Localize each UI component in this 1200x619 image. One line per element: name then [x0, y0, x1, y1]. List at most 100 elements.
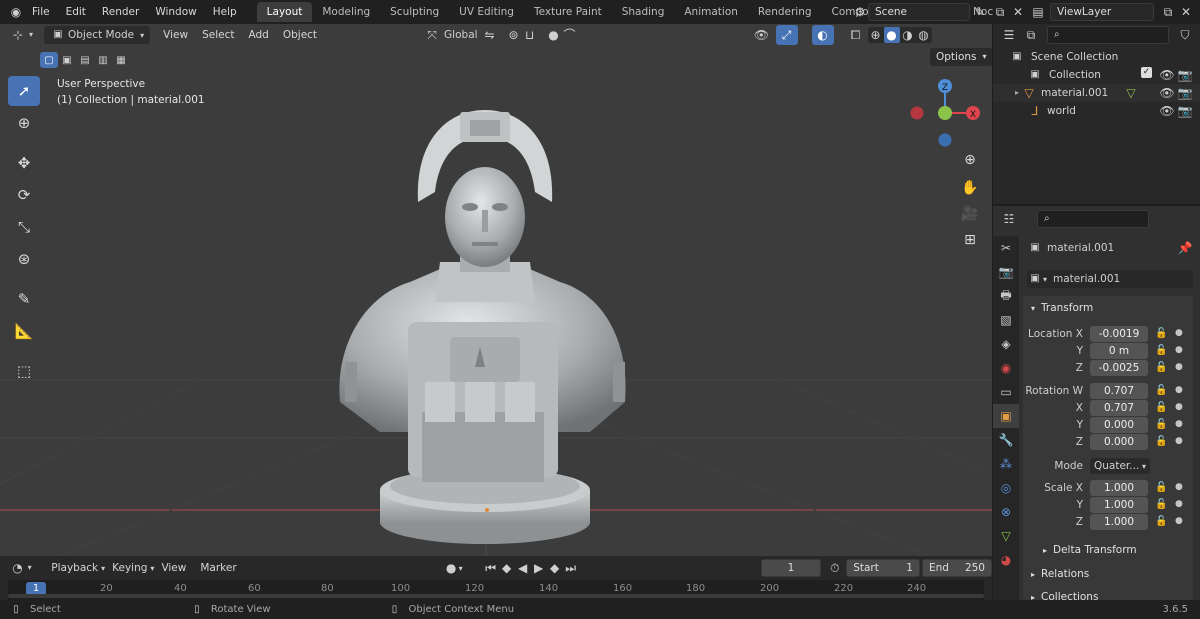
pan-hand-icon[interactable]: ✋	[958, 176, 982, 200]
new-view-layer-icon[interactable]: ⧉	[1160, 4, 1176, 20]
menu-file[interactable]: File	[24, 0, 58, 24]
transform-panel-header[interactable]: ▾ Transform	[1031, 302, 1093, 314]
keyframe-dot-icon[interactable]: ●	[1175, 436, 1183, 446]
lock-icon[interactable]: 🔓	[1155, 362, 1167, 373]
filter-display-icon[interactable]: ⧉	[1023, 27, 1039, 43]
scale-tool[interactable]: ⤡	[8, 212, 40, 242]
falloff-icon[interactable]: ⌒	[562, 27, 578, 43]
transform-tool[interactable]: ⊛	[8, 244, 40, 274]
select-extend-button[interactable]: ▣	[58, 52, 76, 68]
tab-rendering[interactable]: Rendering	[748, 2, 822, 22]
scale-x-field[interactable]: 1.000	[1090, 480, 1148, 496]
solid-shading-icon[interactable]: ●	[883, 27, 900, 43]
scene-name-field[interactable]: Scene	[868, 3, 970, 21]
collections-panel-header[interactable]: ▸ Collections	[1031, 591, 1098, 603]
cursor-tool[interactable]: ⊕	[8, 108, 40, 138]
snap-target-icon[interactable]: ⊔	[522, 27, 538, 43]
soldier-bust-model[interactable]	[330, 82, 640, 552]
pin-icon[interactable]: 📌	[1177, 240, 1193, 256]
tab-modeling[interactable]: Modeling	[312, 2, 380, 22]
record-icon[interactable]: ●	[444, 560, 459, 576]
lock-icon[interactable]: 🔓	[1155, 419, 1167, 430]
tab-sculpting[interactable]: Sculpting	[380, 2, 449, 22]
view-layer-field[interactable]: ViewLayer	[1050, 3, 1154, 21]
tab-layout[interactable]: Layout	[256, 2, 313, 22]
mesh-data-icon[interactable]: ▽	[1123, 85, 1139, 101]
rotation-y-field[interactable]: 0.000	[1090, 417, 1148, 433]
measure-tool[interactable]: 📐	[8, 316, 40, 346]
viewport-menu-select[interactable]: Select	[195, 24, 241, 46]
snap-icon[interactable]: ⊚	[506, 27, 522, 43]
expand-arrow-icon[interactable]: ▸	[1015, 84, 1019, 102]
location-z-field[interactable]: -0.0025	[1090, 360, 1148, 376]
play-icon[interactable]: ▶	[531, 560, 547, 576]
new-scene-icon[interactable]: ⧉	[992, 4, 1008, 20]
tool-tab-icon[interactable]: ✂	[993, 236, 1019, 260]
viewport-menu-add[interactable]: Add	[242, 24, 276, 46]
properties-editor-icon[interactable]: ☷	[1001, 211, 1017, 227]
timeline-menu-playback[interactable]: Playback	[44, 557, 105, 579]
visibility-icon[interactable]: 👁	[754, 27, 770, 43]
pin-icon[interactable]: ✎	[972, 4, 988, 20]
current-frame-field[interactable]: 1	[760, 559, 822, 577]
clock-icon[interactable]: ◔	[10, 560, 25, 576]
delta-transform-panel-header[interactable]: ▸ Delta Transform	[1043, 544, 1137, 556]
select-box-tool[interactable]: ➚	[8, 76, 40, 106]
outliner-scene-collection[interactable]: ▣ Scene Collection	[993, 48, 1200, 66]
menu-help[interactable]: Help	[205, 0, 245, 24]
delete-view-layer-icon[interactable]: ✕	[1178, 4, 1194, 20]
pivot-icon[interactable]: ⇋	[482, 27, 498, 43]
viewport-menu-object[interactable]: Object	[276, 24, 324, 46]
lock-icon[interactable]: 🔓	[1155, 345, 1167, 356]
filter-icon[interactable]: ⛉	[1177, 27, 1193, 43]
camera-view-icon[interactable]: 🎥	[958, 202, 982, 226]
blender-logo-icon[interactable]: ◉	[8, 4, 24, 20]
eye-icon[interactable]: 👁	[1159, 67, 1175, 83]
overlay-toggle-button[interactable]: ◐	[811, 25, 834, 45]
jump-start-icon[interactable]: ⏮	[483, 560, 499, 576]
rotation-mode-dropdown[interactable]: Quater... ▾	[1090, 458, 1150, 474]
eye-icon[interactable]: 👁	[1159, 103, 1175, 119]
menu-window[interactable]: Window	[147, 0, 204, 24]
options-button[interactable]: Options ▾	[930, 48, 992, 66]
lock-icon[interactable]: 🔓	[1155, 516, 1167, 527]
editor-type-icon[interactable]: ⊹	[10, 27, 26, 43]
camera-icon[interactable]: 📷	[1177, 103, 1193, 119]
delete-scene-icon[interactable]: ✕	[1010, 4, 1026, 20]
add-cube-tool[interactable]: ⬚	[8, 356, 40, 386]
proportional-edit-icon[interactable]: ●	[546, 27, 562, 43]
menu-render[interactable]: Render	[94, 0, 147, 24]
material-shading-icon[interactable]: ◑	[900, 27, 916, 43]
keyframe-dot-icon[interactable]: ●	[1175, 499, 1183, 509]
properties-search-input[interactable]: ⌕	[1037, 210, 1149, 228]
outliner-item-material[interactable]: ▸ ▽ material.001 ▽ 👁 📷	[993, 84, 1200, 102]
lock-icon[interactable]: 🔓	[1155, 436, 1167, 447]
play-reverse-icon[interactable]: ◀	[515, 560, 531, 576]
xray-icon[interactable]: ⧠	[848, 27, 864, 43]
rotate-tool[interactable]: ⟳	[8, 180, 40, 210]
keyframe-dot-icon[interactable]: ●	[1175, 328, 1183, 338]
wireframe-shading-icon[interactable]: ⊕	[868, 27, 884, 43]
view-layer-icon[interactable]: ▤	[1030, 4, 1046, 20]
material-tab-icon[interactable]: ◕	[993, 548, 1019, 572]
mode-selector[interactable]: ▣ Object Mode ▾	[44, 26, 151, 44]
outliner-editor-icon[interactable]: ☰	[1001, 27, 1017, 43]
rotation-x-field[interactable]: 0.707	[1090, 400, 1148, 416]
prev-keyframe-icon[interactable]: ◆	[499, 560, 515, 576]
stopwatch-icon[interactable]: ⏱	[827, 560, 842, 576]
jump-end-icon[interactable]: ⏭	[563, 560, 579, 576]
outliner-item-collection[interactable]: ▣ Collection ✓ 👁 📷	[993, 66, 1200, 84]
outliner-item-world[interactable]: ⅃ world 👁 📷	[993, 102, 1200, 120]
keyframe-dot-icon[interactable]: ●	[1175, 345, 1183, 355]
lock-icon[interactable]: 🔓	[1155, 385, 1167, 396]
outliner-search-input[interactable]: ⌕	[1047, 26, 1169, 44]
scene-icon[interactable]: ⚙	[852, 4, 868, 20]
move-tool[interactable]: ✥	[8, 148, 40, 178]
lock-icon[interactable]: 🔓	[1155, 499, 1167, 510]
keyframe-dot-icon[interactable]: ●	[1175, 362, 1183, 372]
rendered-shading-icon[interactable]: ◍	[916, 27, 932, 43]
select-subtract-button[interactable]: ▤	[76, 52, 94, 68]
gizmo-toggle-button[interactable]: ⤢	[775, 25, 798, 45]
keyframe-dot-icon[interactable]: ●	[1175, 385, 1183, 395]
select-new-button[interactable]: ▢	[40, 52, 58, 68]
